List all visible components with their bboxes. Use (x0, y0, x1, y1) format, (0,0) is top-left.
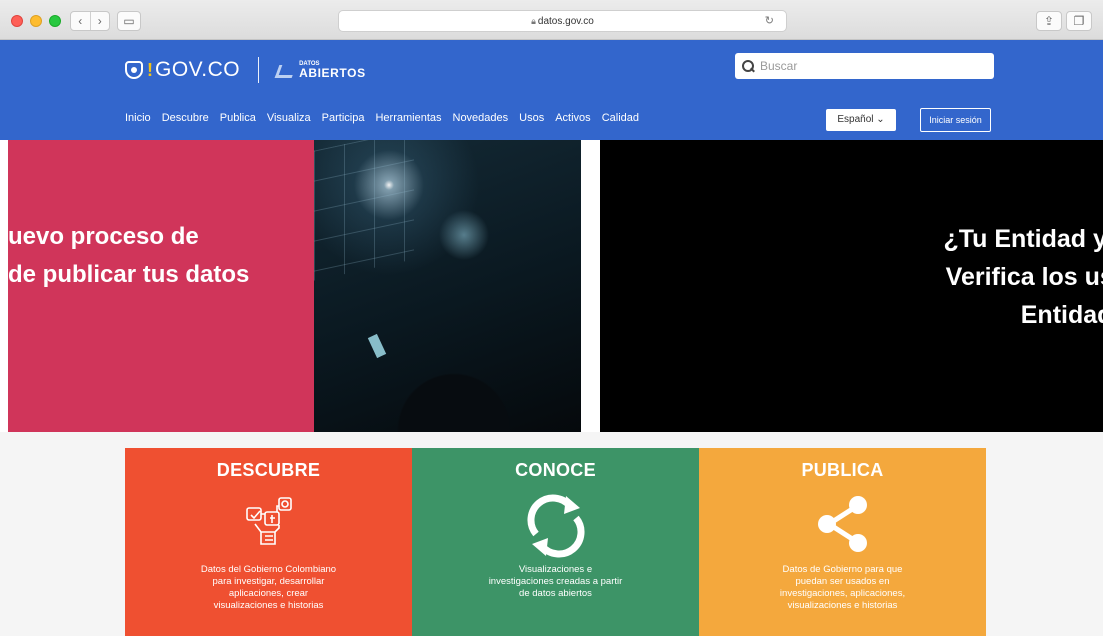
coat-of-arms-icon (125, 61, 143, 79)
datos-abiertos-logo: DATOS ABIERTOS (299, 61, 366, 80)
chevron-right-icon[interactable]: › (89, 12, 110, 30)
browser-toolbar: ‹ › ▭ 🔒︎ datos.gov.co ↻ ⇪ ❐ (0, 0, 1103, 40)
nav-item-participa[interactable]: Participa (322, 112, 365, 124)
share-button[interactable]: ⇪ (1036, 11, 1062, 31)
social-media-icon (245, 497, 292, 545)
gov-exclaim: ! (147, 59, 153, 80)
gov-co-logo: GOV.CO (155, 58, 241, 81)
search-icon (742, 60, 754, 72)
light-shard (367, 333, 387, 359)
lock-icon: 🔒︎ (531, 16, 536, 26)
refresh-cycle-icon (526, 494, 585, 558)
card-description: Visualizaciones e investigaciones creada… (488, 564, 623, 599)
card-description: Datos de Gobierno para que puedan ser us… (779, 564, 906, 611)
feature-card-conoce[interactable]: CONOCE Visualizaciones e investigaciones… (412, 448, 699, 636)
slide-photo (314, 140, 581, 432)
logo-divider (258, 57, 260, 83)
share-icon (817, 496, 867, 552)
nav-item-herramientas[interactable]: Herramientas (375, 112, 441, 124)
card-title: PUBLICA (801, 460, 884, 480)
minimize-window-button[interactable] (30, 15, 42, 27)
login-button[interactable]: Iniciar sesión (920, 108, 991, 132)
main-nav: Inicio Descubre Publica Visualiza Partic… (125, 112, 650, 124)
datos-abiertos-icon (277, 63, 295, 77)
close-window-button[interactable] (11, 15, 23, 27)
site-header: ! GOV.CO DATOS ABIERTOS Inicio Descubre … (0, 40, 1103, 140)
nav-item-inicio[interactable]: Inicio (125, 112, 151, 124)
logo-group[interactable]: ! GOV.CO DATOS ABIERTOS (125, 57, 366, 83)
slide-headline-right: ¿Tu Entidad ya p Verifica los usua Entid… (943, 225, 1103, 329)
card-title: DESCUBRE (216, 460, 321, 480)
feature-card-descubre[interactable]: DESCUBRE Datos del Gobierno Colombiano p… (125, 448, 412, 636)
card-description: Datos del Gobierno Colombiano para inves… (200, 564, 337, 611)
search-input[interactable] (760, 59, 980, 73)
glass-structure (314, 140, 414, 281)
nav-item-activos[interactable]: Activos (555, 112, 590, 124)
chevron-left-icon[interactable]: ‹ (71, 12, 90, 30)
address-bar[interactable]: 🔒︎ datos.gov.co ↻ (338, 10, 787, 32)
search-box (735, 53, 994, 79)
url-text: datos.gov.co (537, 16, 594, 27)
nav-item-novedades[interactable]: Novedades (453, 112, 509, 124)
carousel-slide-publish[interactable]: uevo proceso de de publicar tus datos (8, 140, 581, 432)
language-label: Español (837, 114, 874, 125)
card-title: CONOCE (515, 460, 596, 480)
feature-section: DESCUBRE Datos del Gobierno Colombiano p… (0, 432, 1103, 636)
language-select[interactable]: Español ⌄ (826, 109, 896, 131)
nav-item-publica[interactable]: Publica (220, 112, 256, 124)
reload-icon[interactable]: ↻ (765, 11, 774, 31)
carousel-slide-verify[interactable]: ¿Tu Entidad ya p Verifica los usua Entid… (600, 140, 1103, 432)
sidebar-toggle-button[interactable]: ▭ (117, 11, 141, 31)
nav-item-visualiza[interactable]: Visualiza (267, 112, 311, 124)
slide-headline: uevo proceso de de publicar tus datos (8, 223, 250, 288)
nav-item-usos[interactable]: Usos (519, 112, 544, 124)
nav-item-descubre[interactable]: Descubre (162, 112, 209, 124)
history-nav: ‹ › (70, 11, 110, 31)
feature-card-publica[interactable]: PUBLICA Datos de Gobierno para que pueda… (699, 448, 986, 636)
hero-carousel: uevo proceso de de publicar tus datos ¿T… (0, 140, 1103, 432)
chevron-down-icon: ⌄ (876, 114, 885, 125)
nav-item-calidad[interactable]: Calidad (602, 112, 639, 124)
zoom-window-button[interactable] (49, 15, 61, 27)
tabs-overview-button[interactable]: ❐ (1066, 11, 1092, 31)
